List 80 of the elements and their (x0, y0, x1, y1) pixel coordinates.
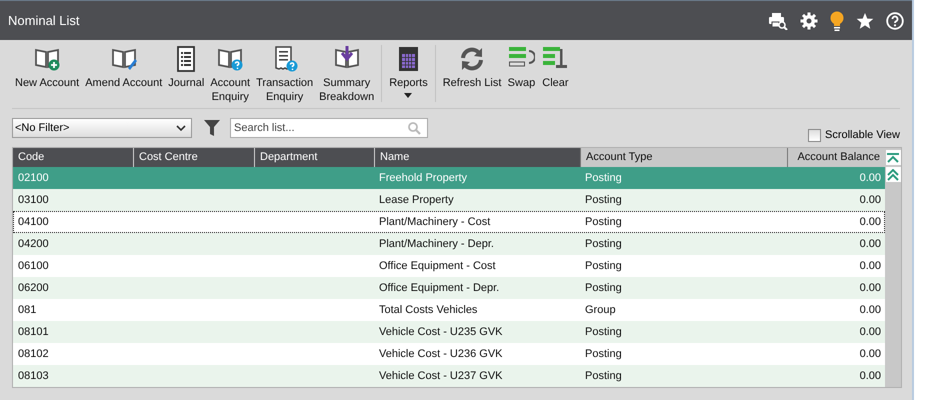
name-cell-text: Plant/Machinery - Cost (378, 216, 492, 228)
table-row[interactable]: 06200 Office Equipment - Depr. Posting 0.00 (13, 277, 885, 299)
account-type-cell-text: Group (584, 304, 617, 316)
balance-cell-text: 0.00 (858, 282, 882, 294)
balance-cell-text: 0.00 (858, 172, 882, 184)
code-cell-text: 08101 (17, 326, 50, 338)
account-type-cell-text: Posting (584, 326, 623, 338)
table-row[interactable]: 06100 Office Equipment - Cost Posting 0.00 (13, 255, 885, 277)
toolbar-button[interactable]: New Account (12, 43, 82, 108)
filter-icon[interactable] (204, 120, 220, 136)
code-cell-text: 06200 (17, 282, 50, 294)
printer-search-icon[interactable] (768, 12, 788, 30)
checkbox[interactable] (808, 128, 821, 142)
help-icon[interactable] (886, 12, 904, 30)
table-row[interactable]: 04100 Plant/Machinery - Cost Posting 0.00 (13, 211, 885, 233)
toolbar-button[interactable]: Clear (538, 43, 572, 108)
toolbar-button[interactable]: Summary Breakdown (316, 43, 378, 108)
toolbar-button[interactable]: Swap (504, 43, 538, 108)
toolbar-button[interactable]: Journal (165, 43, 208, 108)
name-cell-text: Freehold Property (378, 172, 468, 184)
account-type-cell-text: Posting (584, 348, 623, 360)
account-type-cell-text: Posting (584, 194, 623, 206)
code-cell-text: 02100 (17, 172, 50, 184)
balance-cell-text: 0.00 (858, 304, 882, 316)
balance-cell-text: 0.00 (858, 194, 882, 206)
table-row[interactable]: 08101 Vehicle Cost - U235 GVK Posting 0.00 (13, 321, 885, 343)
balance-cell-text: 0.00 (858, 326, 882, 338)
table-row[interactable]: 08103 Vehicle Cost - U237 GVK Posting 0.00 (13, 365, 885, 387)
balance-cell-text: 0.00 (858, 216, 882, 228)
scroll-up-button[interactable] (886, 167, 900, 182)
table-row[interactable]: 04200 Plant/Machinery - Depr. Posting 0.00 (13, 233, 885, 255)
table-row[interactable]: 08102 Vehicle Cost - U236 GVK Posting 0.00 (13, 343, 885, 365)
code-cell-text: 06100 (17, 260, 50, 272)
star-icon[interactable] (856, 12, 874, 30)
search-field[interactable]: Search list... (230, 118, 428, 138)
settings-icon[interactable] (800, 12, 818, 30)
balance-cell-text: 0.00 (858, 348, 882, 360)
code-cell-text: 04100 (17, 216, 50, 228)
table-row[interactable]: 03100 Lease Property Posting 0.00 (13, 189, 885, 211)
name-cell-text: Plant/Machinery - Depr. (378, 238, 495, 250)
balance-cell-text: 0.00 (858, 260, 882, 272)
column-header[interactable]: Cost Centre (133, 148, 254, 167)
code-cell-text: 03100 (17, 194, 50, 206)
code-cell-text: 08103 (17, 370, 50, 382)
name-cell-text: Office Equipment - Cost (378, 260, 497, 272)
account-type-cell-text: Posting (584, 172, 623, 184)
toolbar-button[interactable]: Refresh List (440, 43, 504, 108)
toolbar-button[interactable]: Account Enquiry (207, 43, 254, 108)
column-header[interactable]: Account Balance (787, 148, 885, 167)
chevron-icon (176, 125, 186, 131)
balance-cell-text: 0.00 (858, 370, 882, 382)
column-header[interactable]: Code (13, 148, 133, 167)
window-title: Nominal List (8, 13, 80, 28)
account-type-cell-text: Posting (584, 370, 623, 382)
toolbar-button[interactable]: Reports (386, 43, 431, 108)
search-icon (408, 122, 421, 135)
code-cell-text: 081 (17, 304, 38, 316)
scroll-top-button[interactable] (886, 150, 900, 165)
column-header[interactable]: Account Type (580, 148, 787, 167)
account-type-cell-text: Posting (584, 260, 623, 272)
name-cell-text: Vehicle Cost - U236 GVK (378, 348, 504, 360)
name-cell-text: Vehicle Cost - U235 GVK (378, 326, 504, 338)
column-header[interactable]: Name (374, 148, 580, 167)
column-header[interactable]: Department (254, 148, 374, 167)
name-cell-text: Lease Property (378, 194, 455, 206)
balance-cell-text: 0.00 (858, 238, 882, 250)
name-cell-text: Office Equipment - Depr. (378, 282, 500, 294)
name-cell-text: Vehicle Cost - U237 GVK (378, 370, 504, 382)
code-cell-text: 08102 (17, 348, 50, 360)
checkbox-label: Scrollable View (824, 129, 900, 141)
toolbar-button[interactable]: Transaction Enquiry (253, 43, 316, 108)
account-type-cell-text: Posting (584, 216, 623, 228)
account-type-cell-text: Posting (584, 238, 623, 250)
code-cell-text: 04200 (17, 238, 50, 250)
name-cell-text: Total Costs Vehicles (378, 304, 478, 316)
lightbulb-icon[interactable] (830, 10, 844, 30)
table-row[interactable]: 081 Total Costs Vehicles Group 0.00 (13, 299, 885, 321)
account-type-cell-text: Posting (584, 282, 623, 294)
filter-dropdown[interactable]: <No Filter> (12, 118, 192, 138)
toolbar-button[interactable]: Amend Account (82, 43, 166, 108)
